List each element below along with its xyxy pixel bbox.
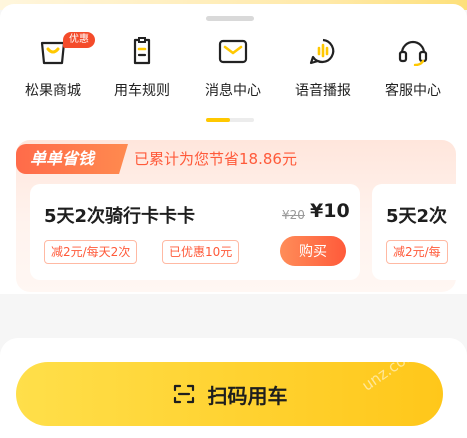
scan-icon [173,384,194,404]
ride-card-title: 5天2次骑行卡卡卡 [44,206,196,227]
ride-card[interactable]: 5天2次骑行卡卡卡 ¥20 ¥10 减2元/每天2次 已优惠10元 购买 [30,184,360,280]
scan-to-ride-button[interactable]: 扫码用车 [16,362,443,426]
envelope-icon [218,39,248,64]
document-icon [133,37,151,65]
nav-item-mall[interactable]: 优惠 松果商城 [11,32,95,106]
quick-nav: 优惠 松果商城 用车规则 消息中心 语音播报 客服中心 [0,32,467,114]
scan-button-label: 扫码用车 [207,383,288,408]
nav-item-voice[interactable]: 语音播报 [281,34,365,106]
current-price: ¥10 [310,200,350,222]
original-price: ¥20 [282,208,305,222]
savings-tag: 单单省钱 [16,144,128,174]
nav-item-support[interactable]: 客服中心 [371,34,455,106]
ride-card[interactable]: 5天2次 减2元/每 [372,184,456,280]
headset-icon [398,40,428,66]
savings-section: 单单省钱 已累计为您节省18.86元 5天2次骑行卡卡卡 ¥20 ¥10 减2元… [16,140,456,292]
discount-chip: 减2元/每天2次 [44,240,138,264]
buy-button[interactable]: 购买 [280,236,346,266]
voice-broadcast-icon [309,38,335,65]
nav-label-mall: 松果商城 [25,83,81,99]
savings-summary: 已累计为您节省18.86元 [134,150,297,168]
ride-card-title: 5天2次 [386,206,448,227]
nav-item-rules[interactable]: 用车规则 [100,34,184,106]
nav-label-voice: 语音播报 [295,83,351,99]
nav-label-support: 客服中心 [385,83,441,99]
nav-label-rules: 用车规则 [114,83,170,99]
nav-label-messages: 消息中心 [205,83,261,99]
saved-chip: 已优惠10元 [162,240,240,264]
nav-item-messages[interactable]: 消息中心 [191,34,275,106]
nav-page-indicator [206,118,254,122]
ride-card-carousel[interactable]: 5天2次骑行卡卡卡 ¥20 ¥10 减2元/每天2次 已优惠10元 购买 5天2… [30,184,456,280]
page-indicator-active [206,118,230,122]
sheet-drag-handle[interactable] [206,16,254,21]
promo-badge: 优惠 [63,32,95,48]
discount-chip: 减2元/每 [386,240,448,264]
